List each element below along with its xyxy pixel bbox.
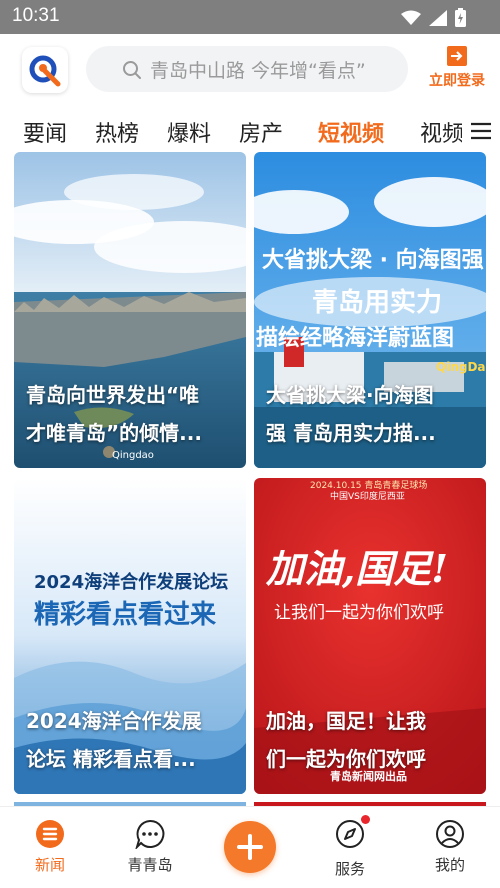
nav-label: 我的 — [434, 856, 465, 874]
menu-icon — [471, 122, 491, 140]
nav-services[interactable]: 服务 — [310, 815, 390, 879]
card-title-line: 才唯青岛”的倾情... — [26, 421, 202, 445]
video-card[interactable]: 2024海洋合作发展论坛 精彩看点看过来 2024海洋合作发展 论坛 精彩看点看… — [14, 478, 246, 794]
news-icon — [36, 820, 64, 848]
channel-menu-button[interactable] — [462, 112, 500, 150]
user-icon — [436, 820, 464, 848]
tab-tips[interactable]: 爆料 — [167, 116, 211, 148]
status-time: 10:31 — [12, 5, 60, 26]
chat-icon — [135, 819, 165, 849]
tab-news[interactable]: 要闻 — [23, 116, 67, 148]
plus-icon — [237, 834, 263, 860]
nav-community[interactable]: 青青岛 — [110, 819, 190, 875]
card-title-line: 论坛 精彩看点看... — [26, 747, 196, 771]
publish-button[interactable] — [224, 821, 276, 873]
card-title: 2024海洋合作发展 论坛 精彩看点看... — [26, 702, 236, 778]
tab-video[interactable]: 视频 — [420, 116, 464, 148]
card-watermark: Qingdao — [112, 450, 154, 461]
compass-icon — [336, 820, 364, 848]
poster-subtitle: 让我们一起为你们欢呼 — [274, 603, 444, 623]
channel-tabs: 要闻 热榜 爆料 房产 短视频 视频 — [0, 106, 500, 154]
card-title: 加油，国足！让我 们一起为你们欢呼 — [266, 702, 476, 778]
card-title-line: 2024海洋合作发展 — [26, 709, 202, 733]
search-placeholder: 青岛中山路 今年增“看点” — [150, 59, 366, 82]
status-icons — [401, 8, 466, 27]
card-title: 大省挑大梁·向海图 强 青岛用实力描... — [266, 376, 476, 452]
tab-hot-list[interactable]: 热榜 — [95, 116, 139, 148]
wifi-icon — [401, 10, 421, 25]
banner-mid-text: 青岛用实力 — [312, 288, 443, 318]
video-card[interactable]: 青岛向世界发出“唯 才唯青岛”的倾情... Qingdao — [14, 152, 246, 468]
qingdao-news-logo-icon — [29, 55, 61, 87]
poster-line1: 2024海洋合作发展论坛 — [34, 572, 229, 593]
match-info-line2: 中国VS印度尼西亚 — [330, 492, 405, 502]
nav-label: 服务 — [334, 860, 365, 878]
brand-tag: 青岛新闻网出品 — [330, 770, 407, 783]
calligraphy-text: 加油,国足! — [266, 546, 448, 591]
tab-short-video[interactable]: 短视频 — [318, 116, 384, 148]
banner-top-text: 大省挑大梁 · 向海图强 — [262, 248, 484, 273]
card-title: 青岛向世界发出“唯 才唯青岛”的倾情... — [26, 376, 236, 452]
status-bar: 10:31 — [0, 0, 500, 34]
login-icon — [447, 46, 467, 66]
login-label: 立即登录 — [429, 73, 485, 89]
notification-badge — [361, 815, 370, 824]
poster-line2: 精彩看点看过来 — [34, 600, 217, 630]
card-title-line: 强 青岛用实力描... — [266, 421, 436, 445]
app-header: 青岛中山路 今年增“看点” 立即登录 — [0, 34, 500, 106]
battery-icon — [455, 8, 466, 27]
nav-label: 青青岛 — [127, 856, 173, 874]
card-title-line: 青岛向世界发出“唯 — [26, 383, 200, 407]
card-title-line: 大省挑大梁·向海图 — [266, 383, 434, 407]
app-logo[interactable] — [22, 47, 68, 93]
nav-label: 新闻 — [34, 856, 65, 874]
video-card[interactable]: 大省挑大梁 · 向海图强 青岛用实力 描绘经略海洋蔚蓝图 QingDa 大省挑大… — [254, 152, 486, 468]
search-icon — [123, 61, 141, 79]
corner-tag: QingDa — [436, 360, 486, 374]
banner-bottom-text: 描绘经略海洋蔚蓝图 — [256, 326, 455, 351]
nav-profile[interactable]: 我的 — [410, 819, 490, 875]
signal-icon — [429, 9, 447, 26]
bottom-nav: 新闻 青青岛 服务 我的 — [0, 806, 500, 888]
login-button[interactable]: 立即登录 — [424, 46, 490, 94]
nav-news[interactable]: 新闻 — [10, 819, 90, 875]
card-title-line: 加油，国足！让我 — [266, 709, 426, 733]
search-input[interactable]: 青岛中山路 今年增“看点” — [86, 46, 408, 92]
video-card[interactable]: 2024.10.15 青岛青春足球场 中国VS印度尼西亚 加油,国足! 让我们一… — [254, 478, 486, 794]
tab-property[interactable]: 房产 — [239, 116, 283, 148]
